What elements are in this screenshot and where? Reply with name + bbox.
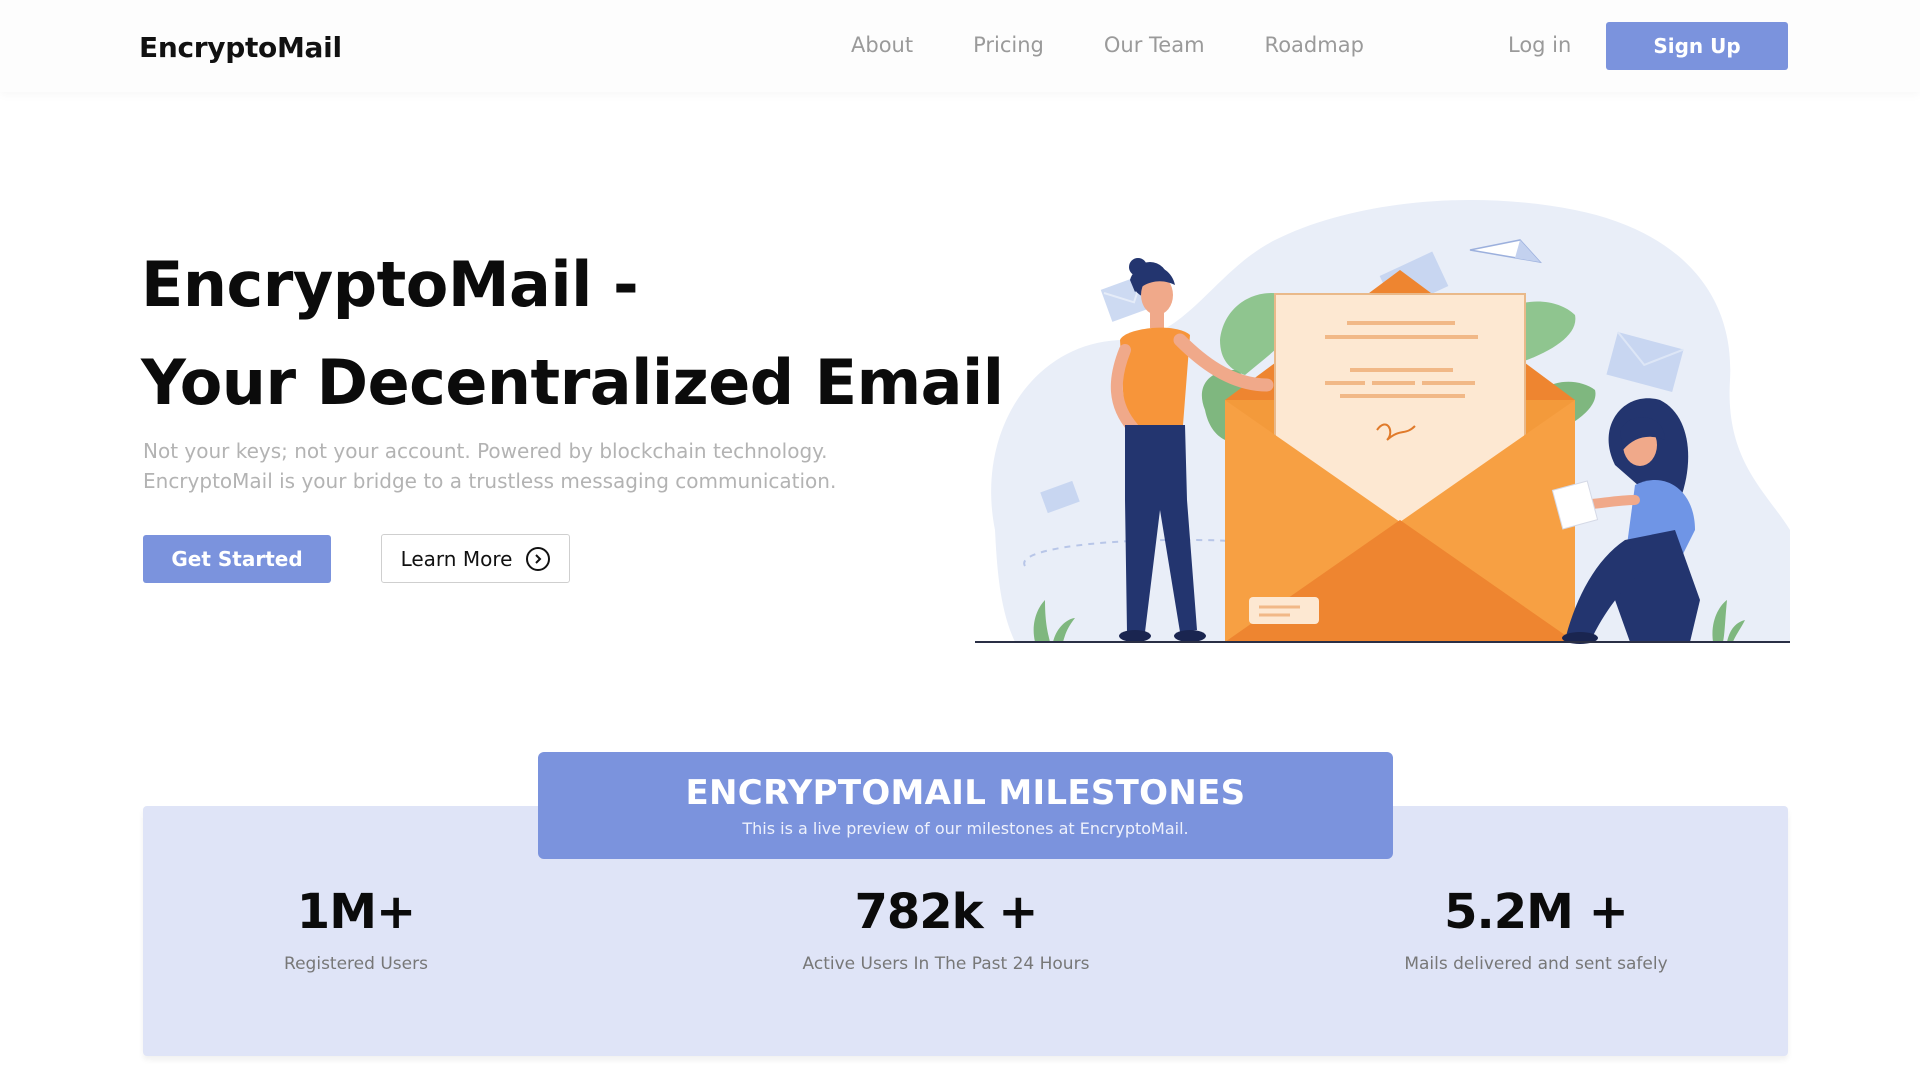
hero-illustration — [975, 200, 1790, 644]
stat-label: Active Users In The Past 24 Hours — [802, 954, 1090, 974]
top-navbar: EncryptoMail About Pricing Our Team Road… — [0, 0, 1920, 92]
stat-registered-users: 1M+ Registered Users — [156, 884, 556, 974]
signup-button[interactable]: Sign Up — [1606, 22, 1788, 70]
brand-logo[interactable]: EncryptoMail — [139, 31, 342, 64]
stat-label: Registered Users — [284, 954, 428, 974]
hero-title-line-1: EncryptoMail - — [141, 248, 639, 321]
milestones-banner: ENCRYPTOMAIL MILESTONES This is a live p… — [538, 752, 1393, 859]
chevron-right-circle-icon — [526, 546, 551, 571]
stat-active-users: 782k + Active Users In The Past 24 Hours — [746, 884, 1146, 974]
stat-value: 1M+ — [296, 884, 416, 940]
hero-title-line-2: Your Decentralized Email — [141, 346, 1004, 419]
login-link[interactable]: Log in — [1508, 33, 1571, 57]
stat-value: 5.2M + — [1444, 884, 1629, 940]
nav-link-our-team[interactable]: Our Team — [1104, 33, 1205, 57]
hero-subtitle-line-2: EncryptoMail is your bridge to a trustle… — [143, 469, 837, 493]
get-started-button[interactable]: Get Started — [143, 535, 331, 583]
milestones-subtitle: This is a live preview of our milestones… — [742, 819, 1189, 838]
hero-subtitle: Not your keys; not your account. Powered… — [143, 436, 903, 496]
nav-link-pricing[interactable]: Pricing — [973, 33, 1044, 57]
stat-value: 782k + — [854, 884, 1038, 940]
nav-link-about[interactable]: About — [851, 33, 913, 57]
hero-title: EncryptoMail - Your Decentralized Email — [141, 236, 1004, 432]
nav-link-roadmap[interactable]: Roadmap — [1265, 33, 1364, 57]
learn-more-button[interactable]: Learn More — [381, 534, 570, 583]
stat-label: Mails delivered and sent safely — [1404, 954, 1668, 974]
main-nav: About Pricing Our Team Roadmap — [851, 33, 1424, 57]
learn-more-label: Learn More — [400, 546, 513, 571]
hero-subtitle-line-1: Not your keys; not your account. Powered… — [143, 439, 828, 463]
stat-mails-delivered: 5.2M + Mails delivered and sent safely — [1336, 884, 1736, 974]
envelope-label — [1249, 597, 1319, 624]
milestones-title: ENCRYPTOMAIL MILESTONES — [685, 773, 1246, 813]
